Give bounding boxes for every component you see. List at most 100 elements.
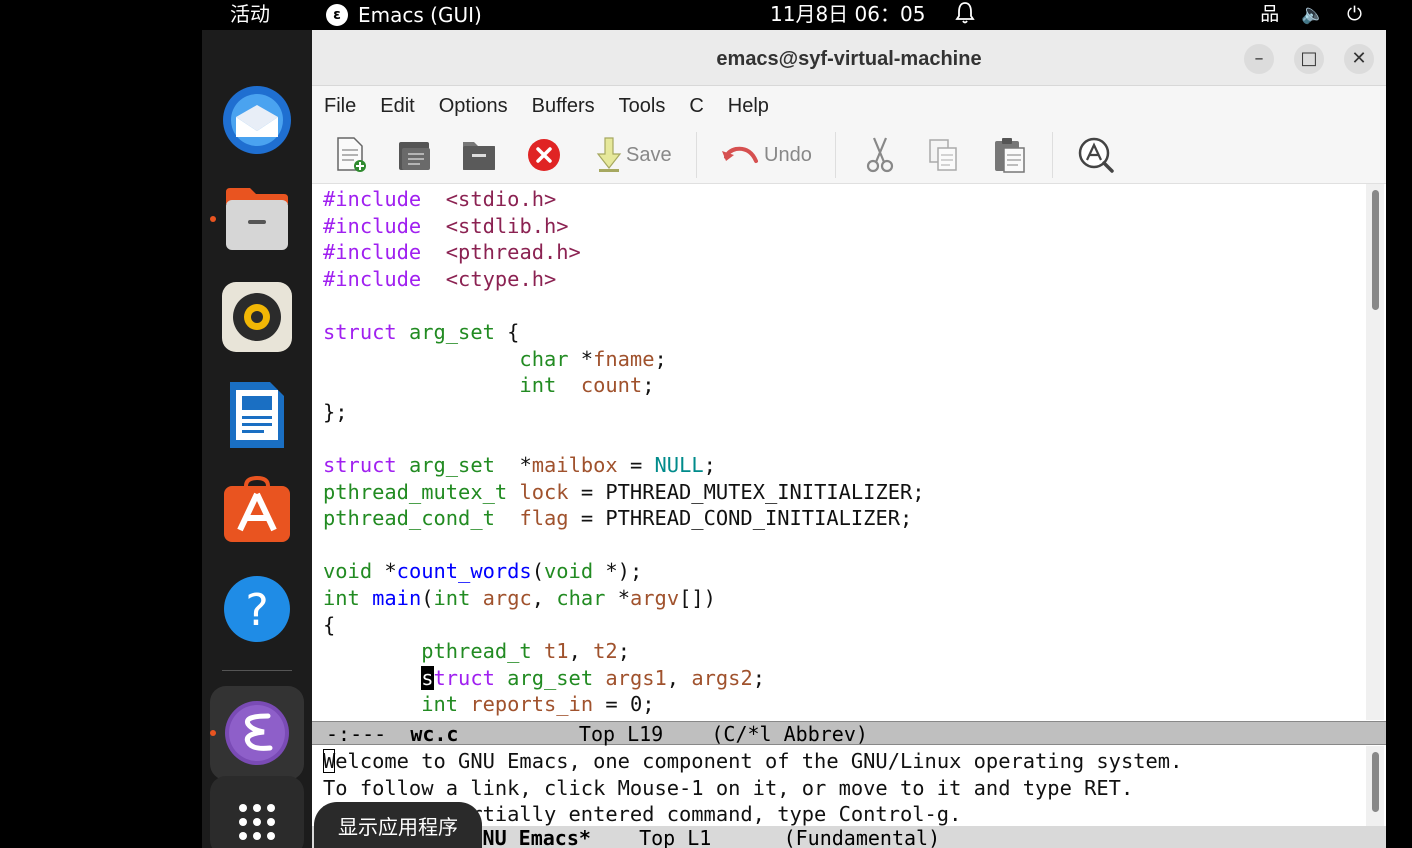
rhythmbox-launcher[interactable] bbox=[222, 282, 292, 352]
files-launcher[interactable] bbox=[222, 184, 292, 254]
network-icon: 品 bbox=[1260, 3, 1280, 25]
modeline-mode[interactable]: (C/*l Abbrev) bbox=[711, 722, 868, 746]
code-token: , bbox=[531, 585, 557, 610]
code-token: <stdlib.h> bbox=[445, 213, 569, 238]
store-icon bbox=[224, 476, 290, 542]
code-token: argv bbox=[629, 585, 680, 610]
volume-icon: 🔈 bbox=[1301, 3, 1325, 25]
code-token: * bbox=[568, 346, 594, 371]
grid-icon bbox=[239, 804, 275, 840]
close-window-button[interactable]: ✕ bbox=[1344, 44, 1374, 74]
code-token: #include bbox=[323, 187, 422, 211]
scissors-icon bbox=[866, 137, 894, 173]
minimize-button[interactable]: – bbox=[1244, 44, 1274, 74]
code-token: pthread_mutex_t bbox=[323, 479, 508, 504]
code-token: ; bbox=[617, 639, 630, 664]
clock[interactable]: 11月8日 06：05 bbox=[770, 0, 925, 30]
menu-bar: File Edit Options Buffers Tools C Help bbox=[312, 86, 1386, 124]
code-token: = PTHREAD_MUTEX_INITIALIZER; bbox=[568, 479, 925, 504]
editor-buffer[interactable]: #include <stdio.h> #include <stdlib.h> #… bbox=[312, 184, 1386, 720]
dock-separator bbox=[222, 670, 292, 671]
toolbar-separator bbox=[835, 132, 836, 178]
open-folder-icon bbox=[399, 142, 430, 170]
code-token: #include bbox=[323, 240, 422, 265]
new-file-button[interactable] bbox=[332, 136, 368, 174]
code-token: , bbox=[666, 665, 692, 690]
directory-icon bbox=[463, 142, 495, 170]
menu-file[interactable]: File bbox=[312, 86, 368, 124]
undo-icon bbox=[722, 146, 758, 163]
code-token: mailbox bbox=[531, 452, 618, 477]
maximize-button[interactable]: □ bbox=[1294, 44, 1324, 74]
code-token: t1 bbox=[544, 639, 569, 664]
code-token: <pthread.h> bbox=[445, 240, 581, 265]
modeline-mode[interactable]: (Fundamental) bbox=[784, 826, 941, 848]
app-center-launcher[interactable] bbox=[222, 476, 292, 546]
menu-c[interactable]: C bbox=[677, 86, 715, 124]
code-token: char bbox=[519, 346, 569, 371]
code-token: , bbox=[568, 639, 594, 664]
code-token: int bbox=[421, 692, 459, 717]
kill-buffer-button[interactable] bbox=[526, 136, 562, 174]
menu-tools[interactable]: Tools bbox=[607, 86, 678, 124]
welcome-line-1: elcome to GNU Emacs, one component of th… bbox=[335, 749, 1183, 773]
editor-scrollbar-thumb[interactable] bbox=[1372, 190, 1379, 310]
code-token: t2 bbox=[593, 639, 618, 664]
code-token: int bbox=[323, 585, 360, 610]
power-icon: ⏻ bbox=[1346, 3, 1362, 25]
running-indicator bbox=[210, 216, 216, 222]
app-name: Emacs (GUI) bbox=[358, 3, 482, 27]
code-token: arg_set bbox=[408, 452, 495, 477]
code-token: args2 bbox=[691, 665, 753, 690]
undo-button[interactable]: Undo bbox=[720, 136, 812, 174]
code-token: main bbox=[372, 585, 422, 610]
code-token: * bbox=[605, 585, 630, 610]
copy-button[interactable] bbox=[926, 136, 962, 174]
code-token: { bbox=[323, 612, 336, 637]
thunderbird-launcher[interactable] bbox=[222, 85, 292, 155]
code-token: fname bbox=[593, 346, 655, 371]
search-button[interactable] bbox=[1076, 136, 1116, 174]
code-token: ; bbox=[654, 346, 667, 371]
emacs-launcher[interactable] bbox=[222, 698, 292, 768]
copy-icon bbox=[929, 139, 957, 171]
menu-options[interactable]: Options bbox=[427, 86, 520, 124]
code-token: reports_in bbox=[470, 692, 594, 717]
app-menu[interactable]: ε Emacs (GUI) bbox=[326, 0, 482, 30]
menu-buffers[interactable]: Buffers bbox=[520, 86, 607, 124]
menu-help[interactable]: Help bbox=[716, 86, 781, 124]
lower-scrollbar-thumb[interactable] bbox=[1372, 752, 1379, 812]
save-button[interactable]: Save bbox=[596, 136, 672, 174]
code-token: ; bbox=[703, 452, 716, 477]
help-launcher[interactable]: ? bbox=[222, 574, 292, 644]
save-icon bbox=[596, 137, 622, 172]
mode-line-active[interactable]: -:--- wc.c Top L19 (C/*l Abbrev) bbox=[312, 721, 1386, 746]
undo-label: Undo bbox=[764, 143, 812, 166]
emacs-dock-icon bbox=[225, 701, 289, 765]
code-token: #include bbox=[323, 213, 422, 238]
editor-scrollbar[interactable] bbox=[1366, 184, 1384, 720]
writer-launcher[interactable] bbox=[222, 380, 292, 450]
toolbar-separator bbox=[1052, 132, 1053, 178]
code-token: truct bbox=[433, 665, 495, 690]
modeline-position: Top L1 bbox=[639, 826, 712, 848]
menu-edit[interactable]: Edit bbox=[368, 86, 426, 124]
cut-button[interactable] bbox=[862, 136, 898, 174]
code-token: arg_set bbox=[507, 665, 594, 690]
code-token: void bbox=[323, 559, 373, 584]
paste-button[interactable] bbox=[992, 136, 1028, 174]
code-token: *); bbox=[593, 559, 643, 584]
emacs-window: emacs@syf-virtual-machine – □ ✕ File Edi… bbox=[312, 30, 1386, 848]
emacs-icon: ε bbox=[326, 4, 348, 26]
lower-scrollbar[interactable] bbox=[1366, 746, 1384, 826]
source-code[interactable]: #include <stdio.h> #include <stdlib.h> #… bbox=[323, 186, 925, 718]
bell-icon[interactable] bbox=[954, 0, 976, 30]
dired-button[interactable] bbox=[460, 136, 498, 174]
activities-button[interactable]: 活动 bbox=[230, 0, 270, 30]
system-tray[interactable]: 品 🔈 ⏻ bbox=[1260, 0, 1362, 30]
show-apps-button[interactable] bbox=[210, 776, 304, 848]
title-bar[interactable]: emacs@syf-virtual-machine – □ ✕ bbox=[312, 30, 1386, 86]
open-file-button[interactable] bbox=[396, 136, 434, 174]
modeline-buffer-name[interactable]: wc.c bbox=[410, 722, 458, 746]
